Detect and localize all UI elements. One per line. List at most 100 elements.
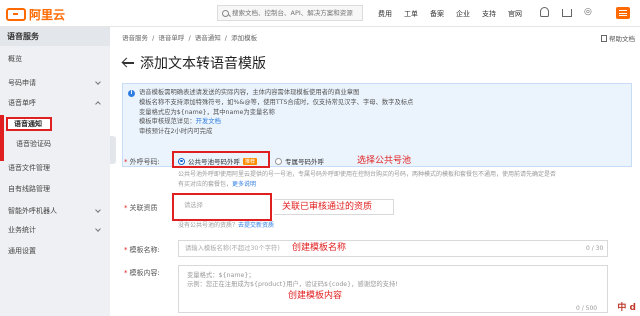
sidebar-item-label: 语音通知 [14, 120, 42, 128]
sidebar-item-label: 语音验证码 [16, 140, 51, 148]
main-content: 语音服务 / 语音单呼 / 语音通知 / 添加模板 帮助文档 添加文本转语音模版… [116, 27, 640, 316]
hint-text: 没有公共号池的资质？ [178, 222, 239, 229]
option-public-pool[interactable]: 公共号池号码外呼 推荐 [178, 156, 258, 166]
globe-icon[interactable]: ◎ [584, 7, 596, 19]
sidebar-item-number-apply[interactable]: 号码申请 [0, 76, 110, 90]
breadcrumb-sep: / [188, 34, 191, 42]
notice-line: 变量格式应为${name}，其中name为变量名称 [139, 108, 275, 116]
cart-icon[interactable] [562, 9, 572, 17]
option-label: 公共号池号码外呼 [188, 158, 240, 166]
breadcrumb-item[interactable]: 语音单呼 [158, 34, 184, 42]
help-docs-link[interactable]: 帮助文档 [601, 33, 635, 43]
chevron-down-icon [95, 79, 101, 85]
textarea-placeholder: 示例：您正在注册成为${product}用户，验证码${code}，感谢您的支持… [187, 281, 398, 288]
nav-official-site[interactable]: 官网 [508, 9, 522, 19]
global-search[interactable] [217, 5, 363, 21]
notice-text: 模板审核规范详见： [139, 118, 196, 126]
breadcrumb-current: 添加模板 [231, 34, 258, 42]
hint-text: 有买对应的套餐包， [178, 180, 233, 188]
menu-icon[interactable] [616, 7, 630, 19]
sidebar-item-label: 概览 [8, 55, 22, 63]
nav-tickets[interactable]: 工单 [404, 9, 418, 19]
option-private-number[interactable]: 专属号码外呼 [275, 156, 324, 166]
annotation-template-name: 创建模板名称 [292, 243, 347, 253]
sidebar-item-label: 语音文件管理 [8, 164, 50, 172]
radio-unchecked-icon[interactable] [275, 157, 282, 165]
bell-icon[interactable] [540, 7, 549, 17]
label-text: 外呼号码: [129, 158, 160, 166]
input-placeholder: 请输入模板名称(不超过30个字符) [185, 245, 280, 252]
search-icon [222, 9, 229, 17]
sidebar-item-label: 语音单呼 [8, 99, 36, 107]
top-bar: 阿里云 费用 工单 备案 企业 支持 官网 ◎ [0, 0, 640, 27]
textarea-placeholder: 变量格式：${name}； [187, 272, 255, 279]
chevron-down-icon [95, 207, 101, 213]
notice-line: 模板审核规范详见：开发文档 [139, 117, 625, 127]
sidebar-item-voice-files[interactable]: 语音文件管理 [0, 161, 110, 175]
sidebar-item-voice-code[interactable]: 语音验证码 [0, 137, 110, 151]
sidebar-item-own-lines[interactable]: 自有线路管理 [0, 182, 110, 196]
label-text: 模板内容: [129, 269, 160, 277]
breadcrumb-sep: / [224, 34, 227, 42]
radio-checked-icon[interactable] [178, 157, 185, 165]
sidebar-item-overview[interactable]: 概览 [0, 52, 110, 66]
breadcrumb: 语音服务 / 语音单呼 / 语音通知 / 添加模板 [122, 32, 259, 42]
sidebar-title: 语音服务 [0, 27, 110, 46]
chevron-down-icon [95, 226, 101, 232]
qualification-label: * 关联资质 [124, 204, 158, 212]
sidebar-item-stats[interactable]: 业务统计 [0, 223, 110, 237]
breadcrumb-item[interactable]: 语音服务 [122, 34, 148, 42]
sidebar-item-label: 业务统计 [8, 226, 36, 234]
notice-line: 语音模板需明确表述请发送的实际内容，主体内容需体现模板使用者的商业章图 [139, 89, 360, 96]
brand-logo[interactable]: 阿里云 [6, 6, 65, 23]
sidebar-item-robot[interactable]: 智能外呼机器人 [0, 204, 110, 218]
sidebar-item-label: 通用设置 [8, 247, 36, 255]
sidebar-item-label: 号码申请 [8, 79, 36, 87]
number-hint: 公共号池外呼即使用阿里云提供的号一号池，专属号码外呼即使用在控制台购买的号码，两… [178, 170, 628, 189]
label-text: 关联资质 [129, 204, 158, 212]
option-label: 专属号码外呼 [285, 158, 324, 166]
annotation-link-qualification: 关联已审核通过的资质 [282, 202, 373, 212]
search-input[interactable] [232, 9, 362, 17]
dev-docs-link[interactable]: 开发文档 [196, 118, 221, 125]
template-content-label: * 模板内容: [124, 269, 160, 277]
name-char-counter: 0 / 30 [586, 245, 604, 252]
select-placeholder: 请选择 [184, 202, 203, 209]
sidebar: 语音服务 概览 号码申请 语音单呼 语音通知 语音验证码 语音文件管理 自有线路… [0, 27, 110, 316]
annotation-template-content: 创建模板内容 [288, 291, 343, 301]
info-icon: i [128, 90, 135, 97]
aliyun-logo-icon [6, 8, 26, 21]
template-name-input[interactable]: 请输入模板名称(不超过30个字符) [178, 240, 608, 257]
sidebar-item-voice-notice[interactable]: 语音通知 [6, 117, 52, 131]
nav-enterprise[interactable]: 企业 [456, 9, 470, 19]
page-title: 添加文本转语音模版 [140, 56, 266, 72]
annotation-select-public: 选择公共号池 [357, 156, 412, 166]
number-label: * 外呼号码: [124, 158, 160, 166]
sidebar-item-voice-call[interactable]: 语音单呼 [0, 96, 110, 110]
back-arrow-icon[interactable] [122, 57, 134, 69]
sidebar-item-label: 自有线路管理 [8, 185, 50, 193]
template-content-textarea[interactable]: 变量格式：${name}； 示例：您正在注册成为${product}用户，验证码… [178, 265, 608, 313]
nav-filing[interactable]: 备案 [430, 9, 444, 19]
submit-qualification-link[interactable]: 去提交新资质 [238, 222, 274, 229]
brand-name: 阿里云 [29, 8, 66, 22]
template-name-label: * 模板名称: [124, 246, 160, 254]
recommend-badge: 推荐 [243, 157, 258, 165]
notice-line: 审核预计在2小时内可完成 [139, 128, 213, 136]
chevron-up-icon [95, 101, 101, 107]
qualification-select[interactable]: 请选择 [178, 199, 264, 215]
hint-text: 公共号池外呼即使用阿里云提供的号一号池，专属号码外呼即使用在控制台购买的号码，两… [178, 171, 557, 178]
label-text: 模板名称: [129, 246, 160, 254]
nav-fees[interactable]: 费用 [378, 9, 392, 19]
breadcrumb-item[interactable]: 语音通知 [195, 34, 221, 42]
document-icon [601, 34, 607, 42]
watermark: 中 d [617, 303, 636, 313]
sidebar-item-settings[interactable]: 通用设置 [0, 244, 110, 258]
title-row: 添加文本转语音模版 [122, 53, 266, 73]
notice-line: 模板名称不支持添加特殊符号，如%&@等，使用TTS合成时，仅支持常见汉字、字母、… [139, 98, 414, 106]
more-info-link[interactable]: 更多说明 [232, 181, 256, 188]
sidebar-item-label: 智能外呼机器人 [8, 207, 57, 215]
nav-support[interactable]: 支持 [482, 9, 496, 19]
breadcrumb-sep: / [152, 34, 155, 42]
qualification-hint: 没有公共号池的资质？去提交新资质 [178, 221, 274, 231]
